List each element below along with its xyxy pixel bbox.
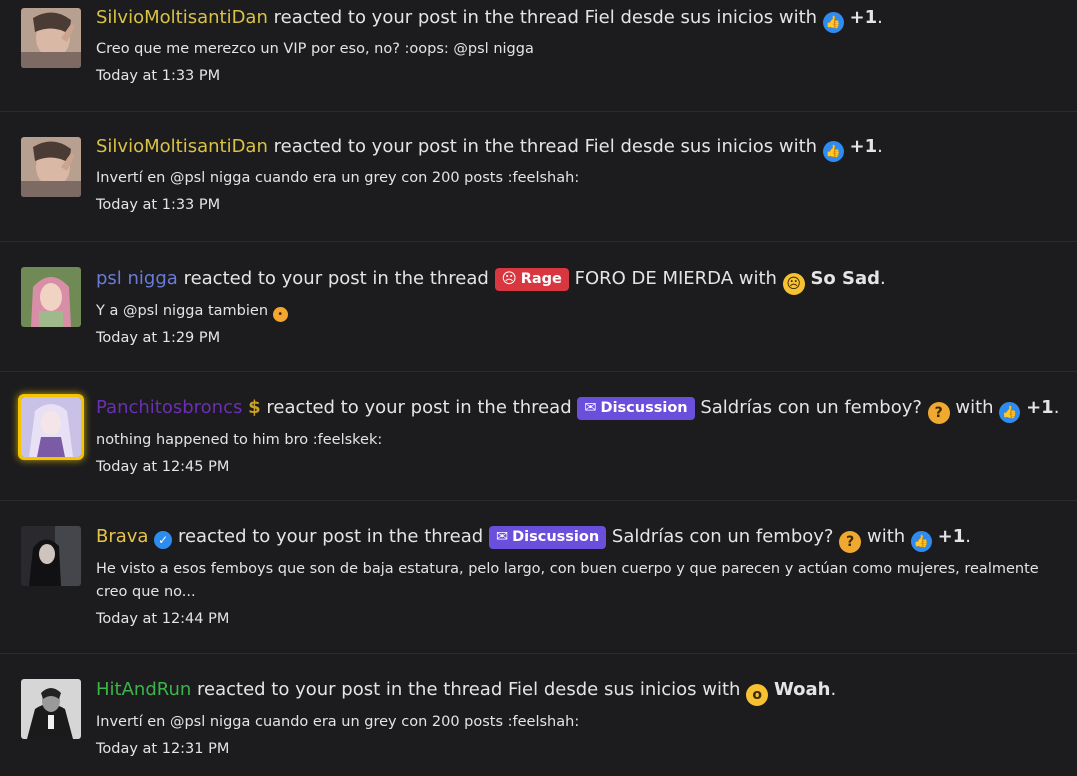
avatar[interactable]	[21, 267, 81, 327]
with-text: with	[955, 397, 994, 418]
reaction-name: +1	[1026, 397, 1054, 418]
rage-label[interactable]: ☹ Rage	[494, 268, 569, 291]
notification-text: Brava ✓ reacted to your post in the thre…	[96, 525, 1067, 553]
username-link[interactable]: HitAndRun	[96, 679, 191, 700]
notification-verb: reacted to your post in the thread	[273, 7, 579, 28]
notification-list: SilvioMoltisantiDan reacted to your post…	[0, 0, 1077, 776]
wow-face-icon: o	[746, 684, 769, 706]
notification-text: SilvioMoltisantiDan reacted to your post…	[96, 135, 1067, 162]
timestamp: Today at 12:44 PM	[96, 611, 230, 627]
notification-item[interactable]: Brava ✓ reacted to your post in the thre…	[0, 501, 1077, 654]
notification-verb: reacted to your post in the thread	[266, 397, 572, 418]
username-link[interactable]: Brava	[96, 526, 148, 547]
angry-face-icon: ☹	[501, 271, 517, 287]
thread-link[interactable]: Fiel desde sus inicios	[585, 7, 774, 28]
thread-link[interactable]: FORO DE MIERDA	[575, 268, 733, 289]
like-icon: 👍	[822, 141, 844, 162]
timestamp: Today at 1:33 PM	[96, 68, 221, 84]
with-text: with	[866, 526, 906, 547]
reaction-name: Woah	[773, 679, 831, 700]
notification-text: psl nigga reacted to your post in the th…	[96, 267, 1067, 295]
thread-link[interactable]: Saldrías con un femboy?	[612, 526, 834, 547]
chat-bubbles-icon: ✉	[584, 400, 597, 416]
post-excerpt[interactable]: Invertí en @psl nigga cuando era un grey…	[96, 167, 1067, 190]
reaction-name: +1	[937, 526, 966, 547]
username-link[interactable]: SilvioMoltisantiDan	[96, 136, 268, 157]
post-excerpt[interactable]: Y a @psl nigga tambien •	[96, 300, 1067, 323]
with-text: with	[702, 679, 741, 700]
notification-verb: reacted to your post in the thread	[273, 136, 579, 157]
reaction-name: +1	[849, 136, 878, 157]
sad-face-icon: ☹	[782, 273, 805, 295]
like-icon: 👍	[822, 12, 844, 33]
thread-link[interactable]: Fiel desde sus inicios	[508, 679, 697, 700]
notification-item[interactable]: HitAndRun reacted to your post in the th…	[0, 654, 1077, 776]
notification-item[interactable]: SilvioMoltisantiDan reacted to your post…	[0, 112, 1077, 242]
username-link[interactable]: psl nigga	[96, 268, 178, 289]
username-link[interactable]: SilvioMoltisantiDan	[96, 7, 268, 28]
notification-item[interactable]: SilvioMoltisantiDan reacted to your post…	[0, 0, 1077, 112]
post-excerpt[interactable]: Creo que me merezco un VIP por eso, no? …	[96, 38, 1067, 61]
with-text: with	[778, 136, 818, 157]
like-icon: 👍	[910, 531, 932, 552]
discussion-label[interactable]: ✉ Discussion	[488, 526, 607, 549]
like-icon: 👍	[999, 402, 1021, 423]
reaction-name: +1	[849, 7, 878, 28]
avatar[interactable]	[21, 137, 81, 197]
notification-item[interactable]: Panchitosbroncs $ reacted to your post i…	[0, 372, 1077, 501]
avatar[interactable]	[21, 397, 81, 457]
thread-link[interactable]: Fiel desde sus inicios	[585, 136, 774, 157]
avatar[interactable]	[21, 679, 81, 739]
notification-item[interactable]: psl nigga reacted to your post in the th…	[0, 242, 1077, 372]
avatar[interactable]	[21, 526, 81, 586]
dollar-icon: $	[248, 397, 261, 418]
timestamp: Today at 1:33 PM	[96, 197, 221, 213]
thinking-face-icon: ?	[927, 402, 950, 424]
post-excerpt[interactable]: Invertí en @psl nigga cuando era un grey…	[96, 711, 1067, 734]
notification-verb: reacted to your post in the thread	[183, 268, 489, 289]
with-text: with	[778, 7, 818, 28]
timestamp: Today at 1:29 PM	[96, 330, 221, 346]
username-link[interactable]: Panchitosbroncs	[96, 397, 242, 418]
notification-text: SilvioMoltisantiDan reacted to your post…	[96, 6, 1067, 33]
reaction-name: So Sad	[810, 268, 881, 289]
thread-link[interactable]: Saldrías con un femboy?	[700, 397, 922, 418]
post-excerpt[interactable]: He visto a esos femboys que son de baja …	[96, 558, 1061, 604]
thinking-face-icon: ?	[839, 531, 862, 553]
timestamp: Today at 12:45 PM	[96, 459, 230, 475]
discussion-label[interactable]: ✉ Discussion	[577, 397, 695, 420]
timestamp: Today at 12:31 PM	[96, 741, 230, 757]
avatar[interactable]	[21, 8, 81, 68]
notification-verb: reacted to your post in the thread	[177, 526, 484, 547]
notification-verb: reacted to your post in the thread	[197, 679, 503, 700]
notification-text: Panchitosbroncs $ reacted to your post i…	[96, 396, 1067, 424]
with-text: with	[738, 268, 777, 289]
chat-bubbles-icon: ✉	[495, 529, 509, 545]
flushed-face-icon: •	[272, 307, 288, 322]
verified-badge-icon: ✓	[154, 531, 173, 549]
notification-text: HitAndRun reacted to your post in the th…	[96, 678, 1067, 706]
post-excerpt[interactable]: nothing happened to him bro :feelskek:	[96, 429, 1067, 452]
